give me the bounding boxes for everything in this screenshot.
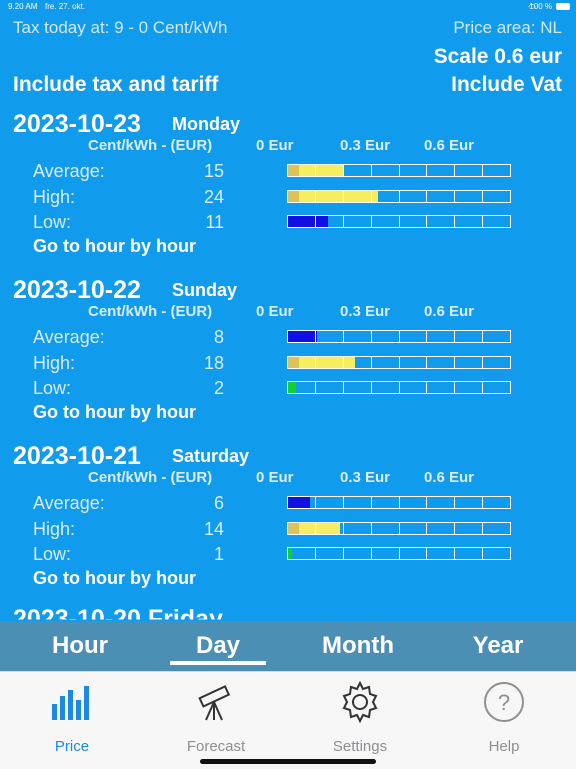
home-indicator: [200, 759, 376, 764]
high-price-bar: [287, 190, 511, 203]
day-weekday: Monday: [172, 114, 241, 134]
scale-tick-label: 0 Eur: [256, 137, 294, 154]
low-label: Low:: [33, 544, 72, 564]
include-vat-label[interactable]: Include Vat: [451, 73, 562, 97]
include-tax-label[interactable]: Include tax and tariff: [13, 73, 218, 97]
scale-tick-label: 0 Eur: [256, 469, 294, 486]
goto-hour-by-hour-link[interactable]: Go to hour by hour: [33, 568, 196, 589]
low-value: 2: [213, 378, 224, 398]
tab-help[interactable]: ? Help: [454, 680, 554, 755]
bar-chart-icon: [22, 680, 122, 724]
status-battery: 100 %: [529, 2, 552, 11]
high-label: High:: [33, 187, 76, 207]
average-label: Average:: [33, 493, 105, 513]
battery-icon: [556, 3, 570, 10]
question-icon: ?: [454, 680, 554, 724]
price-area-label[interactable]: Price area: NL: [453, 18, 562, 38]
tab-bar: Price Forecast Settings ? Help: [0, 671, 576, 769]
scale-tick-label: 0 Eur: [256, 303, 294, 320]
average-label: Average:: [33, 161, 105, 181]
high-price-bar: [287, 522, 511, 535]
average-price-bar: [287, 164, 511, 177]
high-value: 24: [203, 187, 224, 207]
day-weekday: Saturday: [172, 446, 250, 466]
segment-hour[interactable]: Hour: [20, 621, 140, 671]
unit-label: Cent/kWh - (EUR): [88, 303, 213, 320]
high-label: High:: [33, 519, 76, 539]
high-value: 14: [203, 519, 224, 539]
high-label: High:: [33, 353, 76, 373]
unit-label: Cent/kWh - (EUR): [88, 137, 213, 154]
day-date: 2023-10-21: [13, 442, 141, 470]
telescope-icon: [166, 680, 266, 724]
day-date: 2023-10-23: [13, 110, 141, 138]
tab-price[interactable]: Price: [22, 680, 122, 755]
low-label: Low:: [33, 212, 72, 232]
average-label: Average:: [33, 327, 105, 347]
scale-tick-label: 0.3 Eur: [340, 137, 391, 154]
low-price-bar: [287, 215, 511, 228]
status-date: fre. 27. okt.: [45, 2, 86, 11]
low-label: Low:: [33, 378, 72, 398]
average-value: 6: [213, 493, 224, 513]
scale-tick-label: 0.6 Eur: [424, 469, 475, 486]
gear-icon: [310, 680, 410, 724]
segment-year[interactable]: Year: [438, 621, 558, 671]
tax-today-label: Tax today at: 9 - 0 Cent/kWh: [13, 18, 228, 37]
scale-tick-label: 0.3 Eur: [340, 469, 391, 486]
scale-tick-label: 0.6 Eur: [424, 137, 475, 154]
status-time: 9.20 AM: [8, 2, 38, 11]
tab-settings[interactable]: Settings: [310, 680, 410, 755]
low-value: 11: [205, 212, 224, 232]
goto-hour-by-hour-link[interactable]: Go to hour by hour: [33, 236, 196, 257]
average-value: 8: [213, 327, 224, 347]
svg-text:?: ?: [498, 690, 510, 715]
tab-help-label: Help: [488, 738, 520, 755]
unit-label: Cent/kWh - (EUR): [88, 469, 213, 486]
high-value: 18: [203, 353, 224, 373]
tab-forecast-label: Forecast: [186, 738, 246, 755]
scale-tick-label: 0.3 Eur: [340, 303, 391, 320]
day-weekday: Sunday: [172, 280, 238, 300]
segment-month[interactable]: Month: [298, 621, 418, 671]
period-segment-control: Hour Day Month Year: [0, 621, 576, 671]
average-price-bar: [287, 496, 511, 509]
low-value: 1: [213, 544, 224, 564]
high-price-bar: [287, 356, 511, 369]
day-date: 2023-10-22: [13, 276, 141, 304]
scale-label[interactable]: Scale 0.6 eur: [434, 45, 562, 69]
tab-forecast[interactable]: Forecast: [166, 680, 266, 755]
average-value: 15: [203, 161, 224, 181]
tab-price-label: Price: [54, 738, 90, 755]
tab-settings-label: Settings: [332, 738, 388, 755]
average-price-bar: [287, 330, 511, 343]
scale-tick-label: 0.6 Eur: [424, 303, 475, 320]
low-price-bar: [287, 381, 511, 394]
low-price-bar: [287, 547, 511, 560]
segment-selected-underline: [170, 661, 266, 665]
goto-hour-by-hour-link[interactable]: Go to hour by hour: [33, 402, 196, 423]
